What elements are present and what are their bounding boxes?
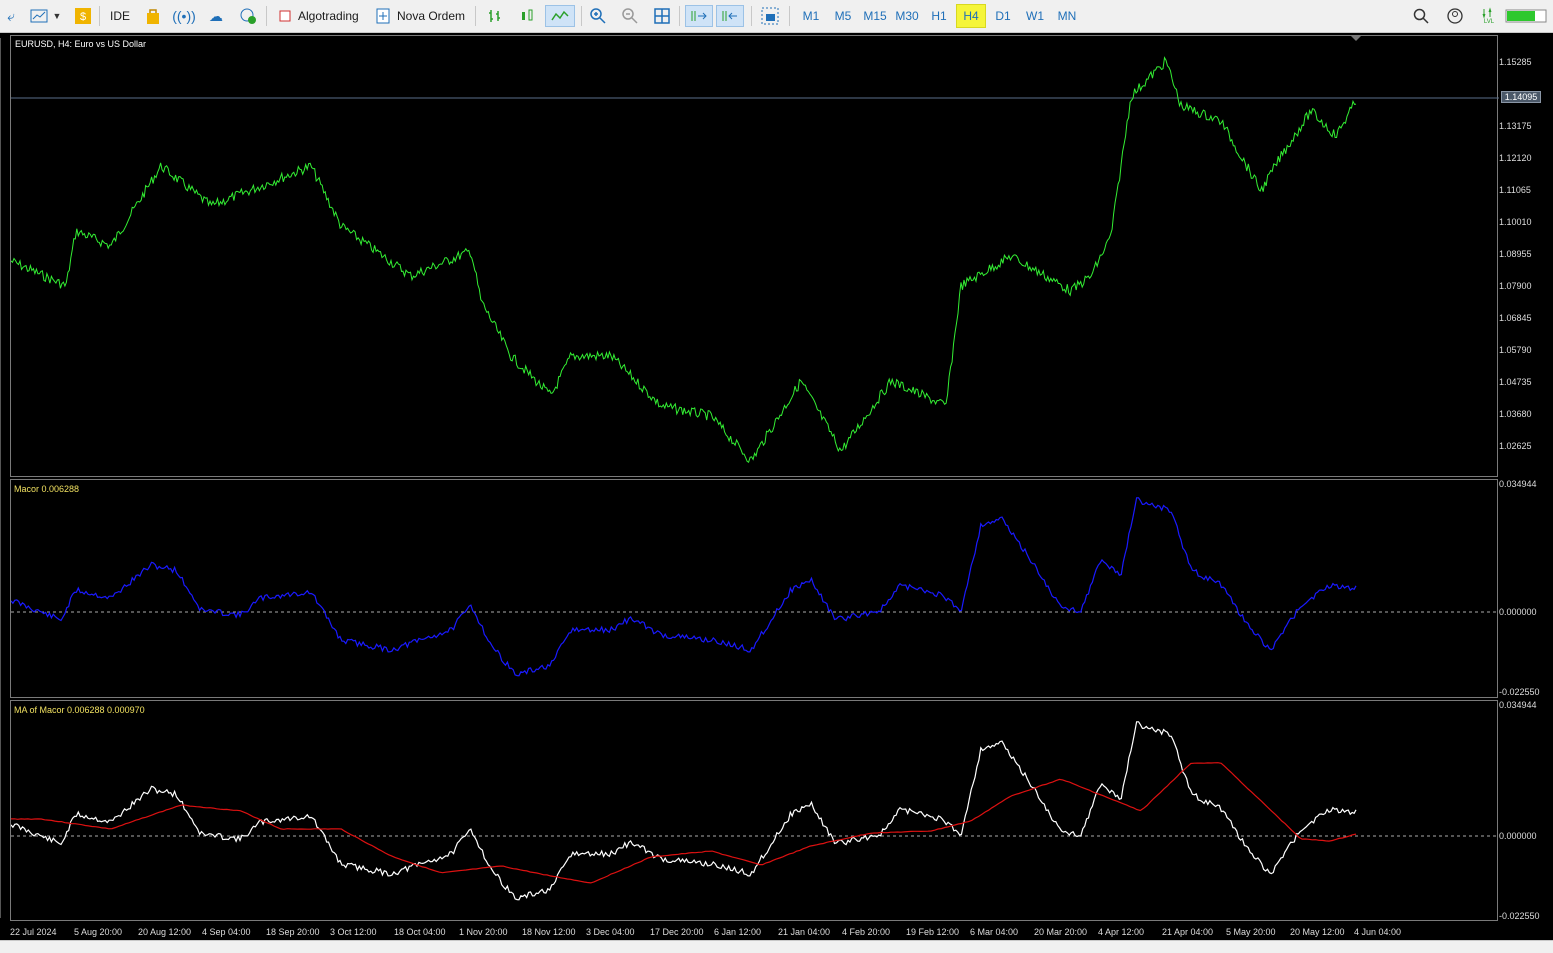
moving-average-line xyxy=(11,762,1357,884)
time-label: 19 Feb 12:00 xyxy=(906,927,960,937)
timeframe-h1[interactable]: H1 xyxy=(924,4,954,28)
algotrading-button[interactable]: Algotrading xyxy=(298,4,359,28)
timeframe-m15[interactable]: M15 xyxy=(860,4,890,28)
time-label: 20 Aug 12:00 xyxy=(138,927,192,937)
new-order-button[interactable]: Nova Ordem xyxy=(397,4,465,28)
time-label: 21 Jan 04:00 xyxy=(778,927,831,937)
time-label: 6 Jan 12:00 xyxy=(714,927,762,937)
time-label: 3 Dec 04:00 xyxy=(586,927,635,937)
price-label: 1.08955 xyxy=(1499,249,1532,259)
arrow-menu-icon[interactable]: ⤶ xyxy=(0,5,22,27)
current-price-tag: 1.14095 xyxy=(1501,91,1541,103)
price-label: 1.11065 xyxy=(1499,185,1531,195)
time-label: 22 Jul 2024 xyxy=(10,927,57,937)
stop-icon[interactable] xyxy=(274,5,296,27)
time-label: 5 May 20:00 xyxy=(1226,927,1276,937)
screenshot-icon[interactable] xyxy=(759,5,781,27)
price-label: 1.13175 xyxy=(1499,121,1532,131)
macor-title: Macor 0.006288 xyxy=(14,484,80,494)
time-label: 20 May 12:00 xyxy=(1290,927,1345,937)
main-toolbar: ⤶ ▼ $ IDE ((•)) ☁ Algotrading Nova Ordem xyxy=(0,0,1553,33)
chevron-down-icon[interactable]: ▼ xyxy=(50,5,64,27)
macor-pane[interactable]: Macor 0.006288 xyxy=(10,479,1499,698)
ma-macor-pane[interactable]: MA of Macor 0.006288 0.000970 xyxy=(10,700,1499,921)
svg-text:$: $ xyxy=(80,11,86,23)
timeframe-d1[interactable]: D1 xyxy=(988,4,1018,28)
time-label: 18 Sep 20:00 xyxy=(266,927,320,937)
ide-button[interactable]: IDE xyxy=(110,4,130,28)
chart-shift-marker xyxy=(1351,36,1361,41)
signal-strength-icon: LVL xyxy=(1478,5,1500,27)
price-label: 1.02625 xyxy=(1499,441,1532,451)
chart-title: EURUSD, H4: Euro vs US Dollar xyxy=(15,39,147,49)
price-label: 1.07900 xyxy=(1499,281,1532,291)
candlestick-icon[interactable] xyxy=(516,5,538,27)
price-label: 1.04735 xyxy=(1499,377,1532,387)
time-label: 21 Apr 04:00 xyxy=(1162,927,1214,937)
ma-label: -0.022550 xyxy=(1499,911,1540,921)
price-label: 1.06845 xyxy=(1499,313,1532,323)
ma-macor-title: MA of Macor 0.006288 0.000970 xyxy=(14,705,145,715)
search-icon[interactable] xyxy=(1410,5,1432,27)
macor-copy-line xyxy=(11,721,1357,901)
chart-shift-icon[interactable] xyxy=(716,5,744,27)
time-label: 17 Dec 20:00 xyxy=(650,927,704,937)
time-label: 4 Sep 04:00 xyxy=(202,927,251,937)
time-label: 6 Mar 04:00 xyxy=(970,927,1019,937)
macor-label: -0.022550 xyxy=(1499,687,1540,697)
timeframe-w1[interactable]: W1 xyxy=(1020,4,1050,28)
price-label: 1.10010 xyxy=(1499,217,1532,227)
timeframe-m30[interactable]: M30 xyxy=(892,4,922,28)
zoom-out-icon[interactable] xyxy=(619,5,641,27)
price-label: 1.15285 xyxy=(1499,57,1532,67)
vps-icon[interactable] xyxy=(237,5,259,27)
macor-label: 0.034944 xyxy=(1499,479,1537,489)
market-bag-icon[interactable] xyxy=(142,5,164,27)
ma-label: 0.000000 xyxy=(1499,831,1537,841)
ma-label: 0.034944 xyxy=(1499,700,1537,710)
timeframe-m5[interactable]: M5 xyxy=(828,4,858,28)
macor-svg xyxy=(11,497,1499,677)
zoom-in-icon[interactable] xyxy=(587,5,609,27)
macor-series-line xyxy=(11,497,1357,677)
main-chart-pane[interactable]: EURUSD, H4: Euro vs US Dollar xyxy=(10,35,1499,477)
timeframe-m1[interactable]: M1 xyxy=(796,4,826,28)
macor-label: 0.000000 xyxy=(1499,607,1537,617)
time-label: 4 Jun 04:00 xyxy=(1354,927,1402,937)
dollar-icon[interactable]: $ xyxy=(72,5,94,27)
price-label: 1.05790 xyxy=(1499,345,1532,355)
timeframe-mn[interactable]: MN xyxy=(1052,4,1082,28)
price-label: 1.03680 xyxy=(1499,409,1532,419)
time-label: 18 Oct 04:00 xyxy=(394,927,446,937)
time-label: 3 Oct 12:00 xyxy=(330,927,377,937)
bar-chart-icon[interactable] xyxy=(484,5,506,27)
time-label: 20 Mar 20:00 xyxy=(1034,927,1088,937)
bottom-tabs-strip xyxy=(0,940,1553,953)
cloud-icon[interactable]: ☁ xyxy=(205,5,227,27)
tile-windows-icon[interactable] xyxy=(651,5,673,27)
auto-scroll-icon[interactable] xyxy=(685,5,713,27)
time-label: 4 Apr 12:00 xyxy=(1098,927,1145,937)
line-chart-icon[interactable] xyxy=(545,5,575,27)
new-chart-icon[interactable] xyxy=(28,5,50,27)
connection-label: LVL xyxy=(1483,19,1495,25)
timeframe-h4[interactable]: H4 xyxy=(956,4,986,28)
time-label: 1 Nov 20:00 xyxy=(459,927,508,937)
time-label: 18 Nov 12:00 xyxy=(522,927,576,937)
ma-macor-svg xyxy=(11,721,1499,901)
account-icon[interactable] xyxy=(1444,5,1466,27)
price-label: 1.12120 xyxy=(1499,153,1532,163)
new-order-icon[interactable] xyxy=(372,5,394,27)
price-chart-svg xyxy=(11,36,1499,463)
left-edge-marks xyxy=(0,38,4,918)
connection-bar-icon[interactable] xyxy=(1504,5,1548,27)
signals-icon[interactable]: ((•)) xyxy=(172,5,196,27)
price-series-line xyxy=(11,56,1357,463)
time-label: 5 Aug 20:00 xyxy=(74,927,123,937)
time-label: 4 Feb 20:00 xyxy=(842,927,891,937)
